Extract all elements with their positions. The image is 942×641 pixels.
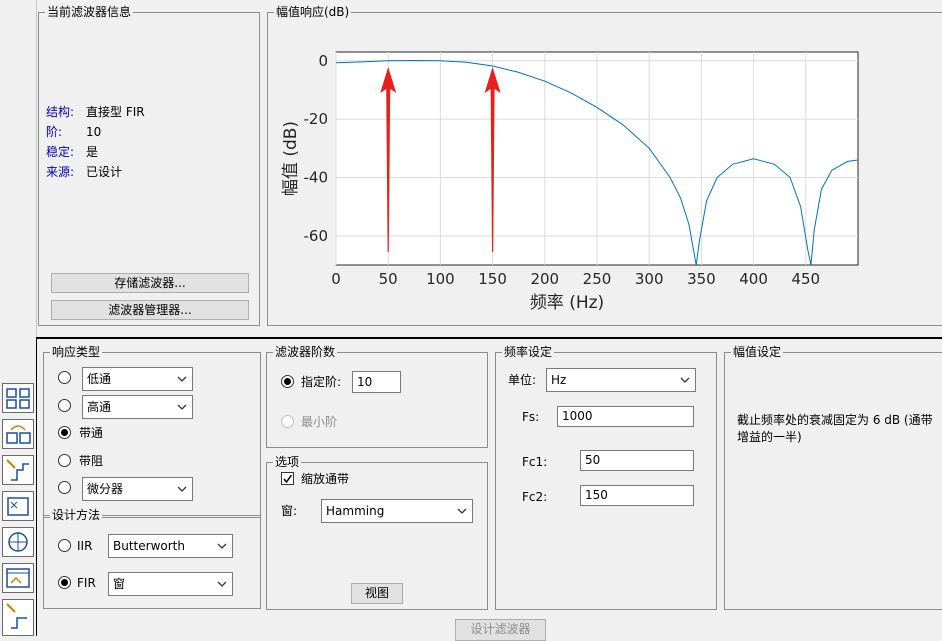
- lowpass-radio[interactable]: [58, 371, 71, 384]
- y-tick-label: 0: [318, 52, 328, 70]
- panel-title: 当前滤波器信息: [45, 5, 134, 19]
- magnitude-chart: 0 50 100 150 200 250 300 350 400 450 0 -20 -40 -60 频率…: [281, 51, 859, 313]
- checkmark-icon: [283, 474, 293, 484]
- realize-model-icon[interactable]: [2, 599, 34, 636]
- select-value: 窗: [113, 577, 126, 591]
- stable-value: 是: [86, 145, 99, 159]
- fir-label: FIR: [77, 576, 96, 590]
- y-axis-label: 幅值 (dB): [281, 121, 301, 196]
- design-filter-button[interactable]: 设计滤波器: [455, 619, 546, 641]
- x-tick-label: 400: [739, 270, 768, 288]
- y-tick-label: -60: [304, 227, 329, 245]
- bandpass-radio[interactable]: [58, 426, 71, 439]
- chevron-down-icon: [177, 404, 187, 410]
- x-tick-label: 300: [635, 270, 664, 288]
- panel-title: 滤波器阶数: [273, 345, 338, 359]
- iir-label: IIR: [77, 539, 93, 553]
- source-value: 已设计: [86, 165, 123, 179]
- fc2-label: Fc2:: [522, 490, 548, 504]
- chevron-down-icon: [457, 508, 467, 514]
- fc1-label: Fc1:: [522, 455, 548, 469]
- bandpass-label: 带通: [79, 426, 104, 440]
- view-button[interactable]: 视图: [351, 583, 403, 604]
- fir-method-select[interactable]: 窗: [108, 572, 233, 596]
- bandstop-label: 带阻: [79, 454, 104, 468]
- chevron-down-icon: [217, 543, 227, 549]
- import-icon[interactable]: [2, 563, 34, 593]
- order-value: 10: [86, 125, 102, 139]
- chevron-down-icon: [680, 377, 690, 383]
- magnitude-spec-panel: 幅值设定: [724, 345, 942, 610]
- specify-order-label: 指定阶:: [301, 375, 342, 389]
- structure-label: 结构:: [46, 105, 75, 119]
- panel-title: 设计方法: [50, 508, 103, 522]
- panel-title: 选项: [273, 455, 302, 469]
- units-label: 单位:: [508, 373, 537, 387]
- x-tick-label: 450: [791, 270, 820, 288]
- y-tick-label: -20: [304, 110, 329, 128]
- fs-input[interactable]: 1000: [557, 406, 694, 427]
- chevron-down-icon: [217, 581, 227, 587]
- highpass-radio[interactable]: [58, 399, 71, 412]
- select-value: Butterworth: [113, 539, 185, 553]
- select-value: 低通: [87, 372, 112, 386]
- structure-value: 直接型 FIR: [86, 105, 145, 119]
- differentiator-select[interactable]: 微分器: [82, 477, 193, 501]
- minimum-order-radio[interactable]: [281, 415, 294, 428]
- filter-order-panel: 滤波器阶数: [266, 345, 488, 448]
- scale-passband-checkbox[interactable]: [281, 472, 294, 485]
- highpass-select[interactable]: 高通: [82, 395, 193, 419]
- select-value: Hamming: [326, 504, 385, 518]
- chevron-down-icon: [177, 486, 187, 492]
- window-label: 窗:: [281, 504, 298, 518]
- scale-passband-label: 缩放通带: [301, 472, 350, 486]
- x-tick-label: 100: [426, 270, 455, 288]
- x-tick-label: 250: [583, 270, 612, 288]
- minimum-order-label: 最小阶: [301, 415, 338, 429]
- fc1-input[interactable]: 50: [580, 450, 694, 471]
- differentiator-radio[interactable]: [58, 481, 71, 494]
- bandstop-radio[interactable]: [58, 454, 71, 467]
- select-value: 高通: [87, 400, 112, 414]
- x-tick-label: 150: [478, 270, 507, 288]
- specify-order-radio[interactable]: [281, 375, 294, 388]
- stable-label: 稳定:: [46, 145, 75, 159]
- cascade-icon[interactable]: [2, 383, 34, 413]
- x-tick-label: 350: [687, 270, 716, 288]
- store-filter-button[interactable]: 存储滤波器...: [51, 273, 249, 293]
- x-tick-label: 50: [379, 270, 398, 288]
- design-filter-icon[interactable]: [2, 455, 34, 485]
- panel-title: 幅值响应(dB): [274, 5, 352, 19]
- window-select[interactable]: Hamming: [321, 499, 473, 523]
- fc2-input[interactable]: 150: [580, 485, 694, 506]
- order-input[interactable]: 10: [352, 371, 401, 393]
- select-value: Hz: [551, 373, 567, 387]
- select-value: 微分器: [87, 482, 124, 496]
- x-axis-label: 频率 (Hz): [530, 293, 604, 313]
- iir-method-select[interactable]: Butterworth: [108, 534, 233, 558]
- source-label: 来源:: [46, 165, 75, 179]
- lowpass-select[interactable]: 低通: [82, 367, 193, 391]
- multirate-icon[interactable]: [2, 527, 34, 557]
- magnitude-note: 截止频率处的衰减固定为 6 dB (通带增益的一半): [737, 413, 933, 444]
- transform-icon[interactable]: [2, 419, 34, 449]
- x-tick-label: 200: [530, 270, 559, 288]
- x-tick-label: 0: [331, 270, 341, 288]
- order-label: 阶:: [46, 125, 63, 139]
- pole-zero-icon[interactable]: [2, 491, 34, 521]
- iir-radio[interactable]: [58, 539, 71, 552]
- panel-title: 频率设定: [502, 345, 555, 359]
- chevron-down-icon: [177, 376, 187, 382]
- units-select[interactable]: Hz: [546, 368, 696, 392]
- fs-label: Fs:: [522, 410, 540, 424]
- panel-title: 响应类型: [50, 345, 103, 359]
- panel-title: 幅值设定: [731, 345, 784, 359]
- filter-manager-button[interactable]: 滤波器管理器...: [51, 300, 249, 320]
- fir-radio[interactable]: [58, 576, 71, 589]
- y-tick-label: -40: [304, 168, 329, 186]
